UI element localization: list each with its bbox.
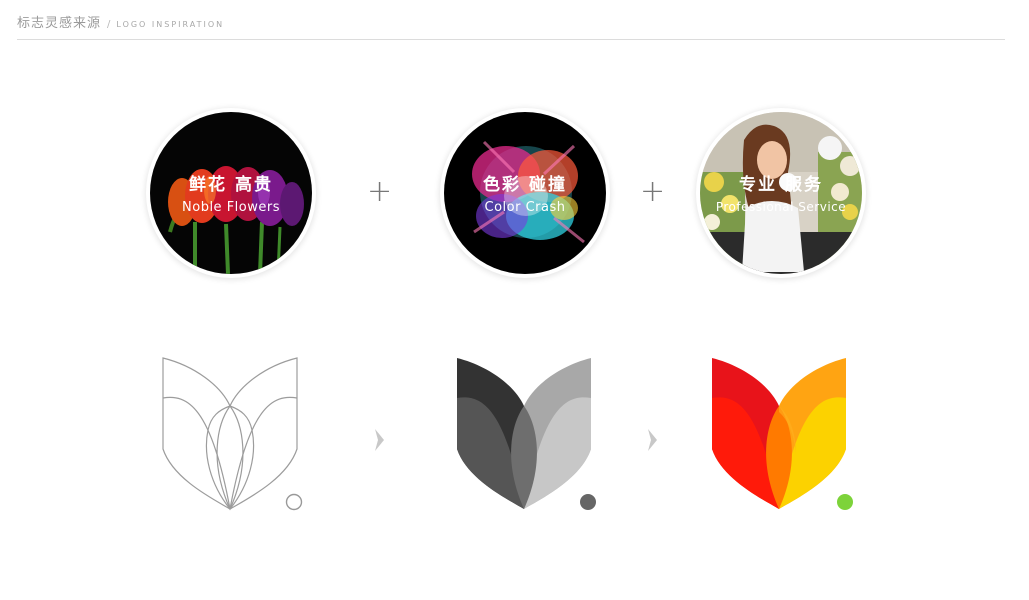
chevron-right-icon (375, 429, 384, 451)
logo-outline (162, 357, 298, 511)
chevron-right-icon (648, 429, 657, 451)
inspiration-circle-noble-flowers: 鲜花 高贵 Noble Flowers (150, 112, 312, 274)
inspiration-circle-color-crash: 色彩 碰撞 Color Crash (444, 112, 606, 274)
page-header: 标志灵感来源 / LOGO INSPIRATION (17, 12, 224, 31)
dot-outline-icon (285, 493, 303, 511)
inspiration-title-en: Noble Flowers (182, 200, 280, 215)
inspiration-title-en: Color Crash (484, 200, 566, 215)
dot-green-icon (837, 494, 853, 510)
plus-icon: + (367, 174, 393, 209)
inspiration-title-cn: 鲜花 高贵 (189, 175, 273, 195)
logo-grayscale (457, 358, 591, 509)
inspiration-title-en: Professional Service (715, 200, 847, 214)
inspiration-title-cn: 色彩 碰撞 (483, 175, 567, 195)
logo-color (712, 358, 846, 509)
plus-icon: + (640, 174, 666, 209)
header-subtitle: LOGO INSPIRATION (116, 20, 225, 29)
dot-gray-icon (580, 494, 596, 510)
header-divider (17, 39, 1005, 40)
inspiration-title-cn: 专业 服务 (739, 175, 823, 195)
inspiration-circle-professional-service: 专业 服务 Professional Service (700, 112, 862, 274)
header-separator: / (107, 19, 111, 30)
header-title: 标志灵感来源 (17, 16, 102, 31)
